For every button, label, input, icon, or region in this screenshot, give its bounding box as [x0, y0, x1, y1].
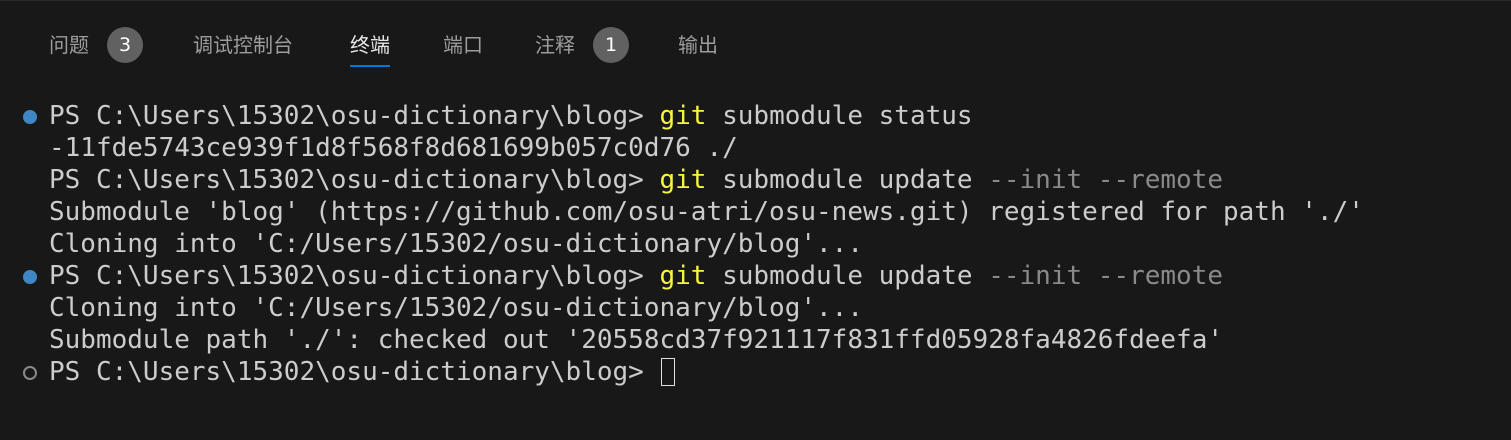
command-pending-decoration-icon[interactable]	[23, 366, 37, 380]
terminal-command-args: submodule status	[706, 101, 973, 131]
tab-comments-label: 注释	[535, 33, 575, 57]
terminal-output[interactable]: PS C:\Users\15302\osu-dictionary\blog> g…	[0, 100, 1511, 388]
terminal-command-args: submodule update	[706, 261, 989, 291]
terminal-command-line: PS C:\Users\15302\osu-dictionary\blog> g…	[0, 164, 1511, 196]
tab-terminal-label: 终端	[350, 23, 390, 67]
terminal-command-flags: --init --remote	[988, 165, 1224, 195]
problems-count-badge: 3	[107, 27, 143, 63]
command-success-decoration-icon[interactable]	[23, 110, 37, 124]
bottom-panel: 问题 3 调试控制台 终端 端口 注释 1 输出 PS C:\Users\153…	[0, 0, 1511, 440]
terminal-output-line: Cloning into 'C:/Users/15302/osu-diction…	[49, 229, 863, 259]
tab-problems[interactable]: 问题 3	[49, 23, 143, 67]
terminal-output-line: Cloning into 'C:/Users/15302/osu-diction…	[49, 293, 863, 323]
terminal-command-line: PS C:\Users\15302\osu-dictionary\blog> g…	[0, 100, 1511, 132]
terminal-output-line: -11fde5743ce939f1d8f568f8d681699b057c0d7…	[49, 133, 738, 163]
tab-ports[interactable]: 端口	[443, 23, 483, 67]
terminal-cursor[interactable]	[661, 358, 676, 386]
panel-tab-bar: 问题 3 调试控制台 终端 端口 注释 1 输出	[0, 1, 1511, 81]
terminal-command-flags: --init --remote	[988, 261, 1224, 291]
terminal-command: git	[659, 261, 707, 291]
tab-debug-console[interactable]: 调试控制台	[193, 23, 293, 67]
terminal-current-prompt-line: PS C:\Users\15302\osu-dictionary\blog>	[0, 356, 1511, 388]
terminal-command: git	[659, 165, 707, 195]
terminal-prompt: PS C:\Users\15302\osu-dictionary\blog>	[49, 261, 660, 291]
terminal-prompt: PS C:\Users\15302\osu-dictionary\blog>	[49, 165, 660, 195]
tab-ports-label: 端口	[443, 33, 483, 57]
tab-terminal[interactable]: 终端	[350, 23, 390, 67]
tab-comments[interactable]: 注释 1	[535, 23, 629, 67]
terminal-prompt: PS C:\Users\15302\osu-dictionary\blog>	[49, 357, 660, 387]
terminal-command-args: submodule update	[706, 165, 989, 195]
comments-count-badge: 1	[593, 27, 629, 63]
terminal-output-line: Submodule path './': checked out '20558c…	[49, 325, 1223, 355]
terminal-command-line: PS C:\Users\15302\osu-dictionary\blog> g…	[0, 260, 1511, 292]
tab-debug-console-label: 调试控制台	[193, 33, 293, 57]
command-success-decoration-icon[interactable]	[23, 270, 37, 284]
terminal-command: git	[659, 101, 707, 131]
tab-output-label: 输出	[678, 33, 718, 57]
tab-problems-label: 问题	[49, 33, 89, 57]
tab-output[interactable]: 输出	[678, 23, 718, 67]
terminal-output-line: Submodule 'blog' (https://github.com/osu…	[49, 197, 1364, 227]
terminal-prompt: PS C:\Users\15302\osu-dictionary\blog>	[49, 101, 660, 131]
